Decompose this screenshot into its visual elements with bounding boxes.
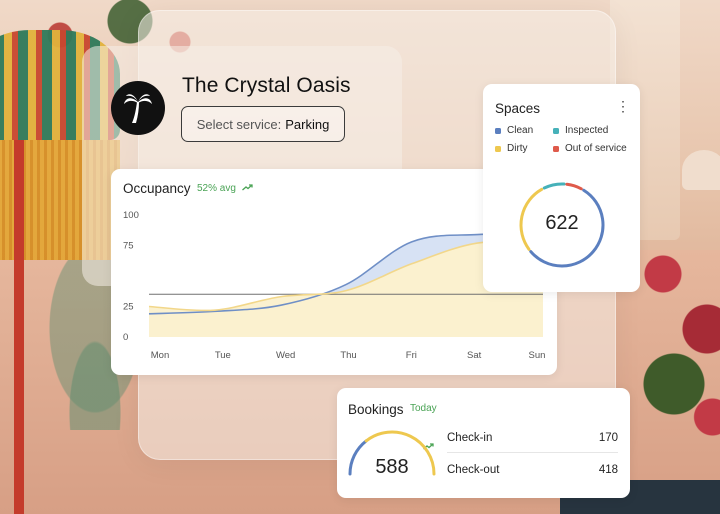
legend-label: Inspected	[565, 125, 609, 136]
spaces-legend: Clean Inspected Dirty Out of service	[495, 125, 635, 154]
checkout-label: Check-out	[447, 464, 500, 476]
legend-label: Clean	[507, 125, 534, 136]
y-tick-label: 25	[123, 302, 134, 313]
legend-label: Out of service	[565, 143, 627, 154]
x-tick-label: Fri	[406, 350, 417, 361]
bookings-card: Bookings Today 588 Check-in 170 Check-ou…	[337, 388, 630, 498]
legend-dot	[495, 145, 501, 152]
x-tick-label: Wed	[276, 350, 295, 361]
service-select-label: Select service:	[196, 116, 282, 132]
legend-item-dirty: Dirty	[495, 143, 553, 154]
legend-label: Dirty	[507, 143, 528, 154]
x-tick-label: Tue	[215, 350, 231, 361]
donut-slice	[542, 182, 566, 190]
legend-item-clean: Clean	[495, 125, 553, 136]
bookings-trend-text: Today	[410, 403, 437, 414]
x-tick-label: Mon	[151, 350, 169, 361]
x-tick-label: Sun	[529, 350, 546, 361]
donut-slice	[565, 182, 583, 191]
hotel-name: The Crystal Oasis	[182, 74, 351, 97]
checkout-value: 418	[598, 464, 618, 476]
y-tick-label: 0	[123, 332, 128, 343]
legend-dot	[553, 145, 559, 152]
spaces-title: Spaces	[495, 101, 541, 116]
checkin-value: 170	[598, 431, 618, 444]
checkin-label: Check-in	[447, 431, 493, 444]
legend-dot	[553, 127, 559, 134]
spaces-card: Spaces ⋮ Clean Inspected Dirty Out of se…	[483, 84, 640, 292]
bookings-title: Bookings	[348, 402, 404, 417]
umbrella-pole	[14, 140, 24, 514]
service-select[interactable]: Select service: Parking	[181, 106, 345, 142]
bookings-trend: Today	[410, 403, 437, 450]
service-select-value: Parking	[285, 116, 330, 132]
checkin-row: Check-in 170	[447, 423, 618, 453]
palm-tree-icon	[111, 81, 165, 135]
checkout-row: Check-out 418	[447, 455, 618, 485]
legend-item-inspected: Inspected	[553, 125, 635, 136]
y-tick-label: 75	[123, 241, 134, 252]
bookings-total: 588	[375, 456, 409, 478]
x-tick-label: Thu	[340, 350, 356, 361]
legend-dot	[495, 127, 501, 134]
y-tick-label: 100	[123, 210, 139, 221]
spaces-total: 622	[545, 212, 579, 234]
x-tick-label: Sat	[467, 350, 482, 361]
palace-dome	[682, 150, 720, 190]
more-options-icon[interactable]: ⋮	[616, 99, 630, 113]
flowers-right	[630, 230, 720, 450]
legend-item-out-of-service: Out of service	[553, 143, 635, 154]
